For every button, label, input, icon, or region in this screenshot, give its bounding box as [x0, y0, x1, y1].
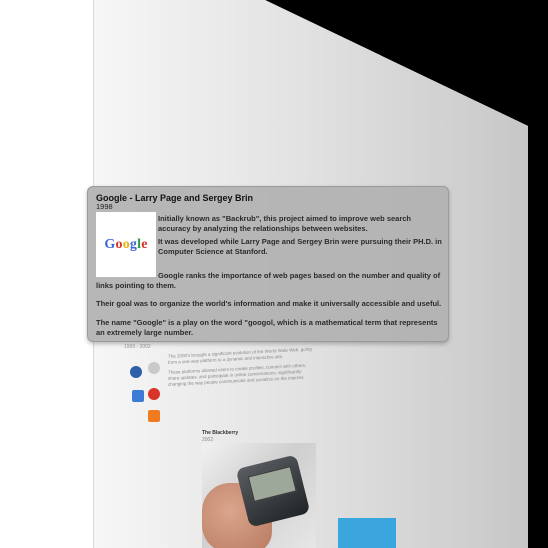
tooltip-title: Google - Larry Page and Sergey Brin: [96, 193, 254, 203]
blackberry-title: The Blackberry: [202, 430, 239, 436]
timeline-years: 1999 - 2002: [124, 344, 151, 350]
blackberry-photo: [202, 443, 316, 548]
social-icon-3[interactable]: [132, 390, 144, 402]
timeline-description: The 2000's brought a significant evoluti…: [168, 346, 318, 392]
timeline-tooltip: Google - Larry Page and Sergey Brin 1998…: [87, 186, 449, 342]
social-icon-4[interactable]: [148, 388, 160, 400]
blue-block: [338, 518, 396, 548]
tooltip-paragraph-4: Their goal was to organize the world's i…: [96, 299, 442, 308]
social-icon-5[interactable]: [148, 410, 160, 422]
tooltip-year: 1998: [96, 202, 113, 211]
tooltip-paragraph-1: Initially known as "Backrub", this proje…: [158, 214, 412, 233]
timeline-background-content: 1999 - 2002 The 2000's brought a signifi…: [118, 330, 418, 548]
blackberry-device-icon: [235, 454, 311, 528]
tooltip-paragraph-5: The name "Google" is a play on the word …: [96, 318, 438, 337]
social-icon-1[interactable]: [130, 366, 142, 378]
tooltip-paragraph-3: Google ranks the importance of web pages…: [96, 271, 441, 290]
tooltip-paragraph-2: It was developed while Larry Page and Se…: [158, 237, 442, 256]
device-screen: [247, 466, 297, 502]
social-icon-2[interactable]: [148, 362, 160, 374]
timeline-desc-2: These platforms allowed users to create …: [168, 362, 307, 387]
google-logo-icon: Google: [96, 212, 156, 277]
